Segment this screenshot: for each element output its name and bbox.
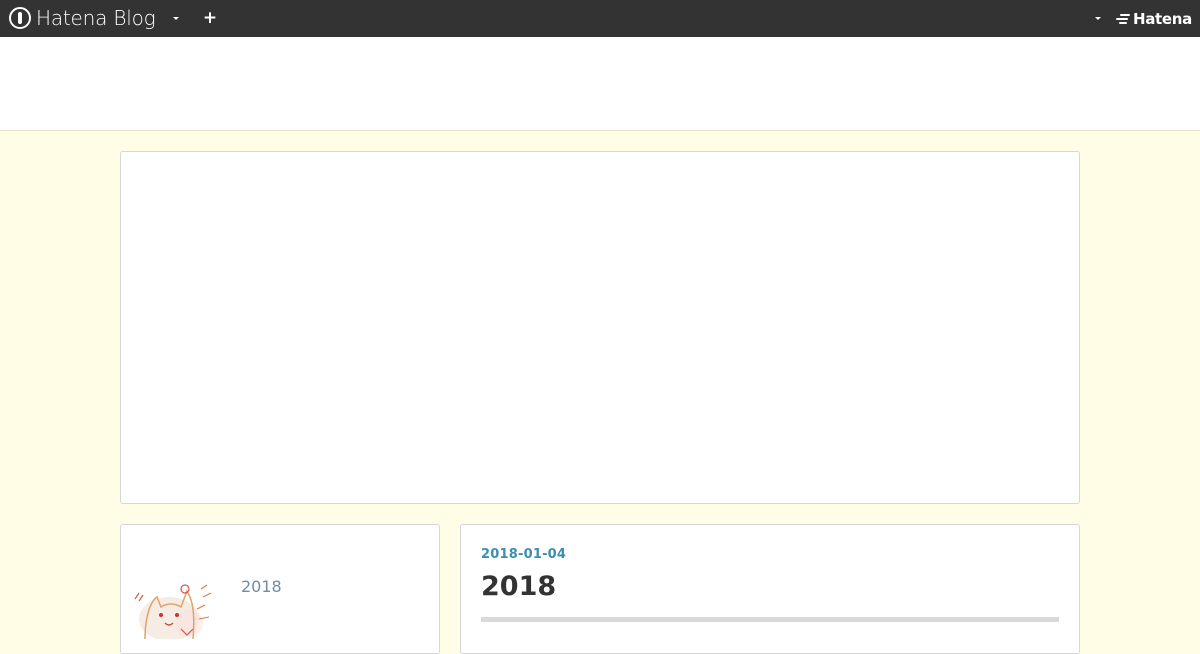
account-menu-dropdown-button[interactable] (1088, 0, 1108, 37)
hatena-blog-logo-link[interactable]: Hatena Blog (9, 6, 156, 30)
plus-icon: + (202, 8, 218, 28)
hatena-blog-logo-icon (9, 7, 31, 29)
hatena-logo-icon (1115, 14, 1130, 24)
blog-header (0, 37, 1200, 131)
entry-title-underline (481, 617, 1059, 622)
sidebar-recent-entries: 2018 (120, 524, 440, 654)
entry-article: 2018-01-04 2018 (460, 524, 1080, 654)
entry-date-link[interactable]: 2018-01-04 (481, 547, 566, 562)
hatena-logo-text: Hatena (1132, 10, 1192, 28)
entry-thumbnail[interactable] (131, 579, 231, 639)
chevron-down-icon (173, 17, 179, 20)
cat-illustration-icon (131, 579, 231, 639)
sidebar-entry-link[interactable]: 2018 (241, 577, 282, 596)
entry-title[interactable]: 2018 (481, 571, 556, 602)
global-header: Hatena Blog + Hatena (0, 0, 1200, 37)
new-post-button[interactable]: + (199, 0, 221, 37)
chevron-down-icon (1095, 17, 1101, 20)
brand-text: Hatena Blog (36, 6, 156, 30)
main-content-box (120, 151, 1080, 504)
hatena-logo-link[interactable]: Hatena (1115, 9, 1192, 29)
blog-menu-dropdown-button[interactable] (166, 0, 186, 37)
